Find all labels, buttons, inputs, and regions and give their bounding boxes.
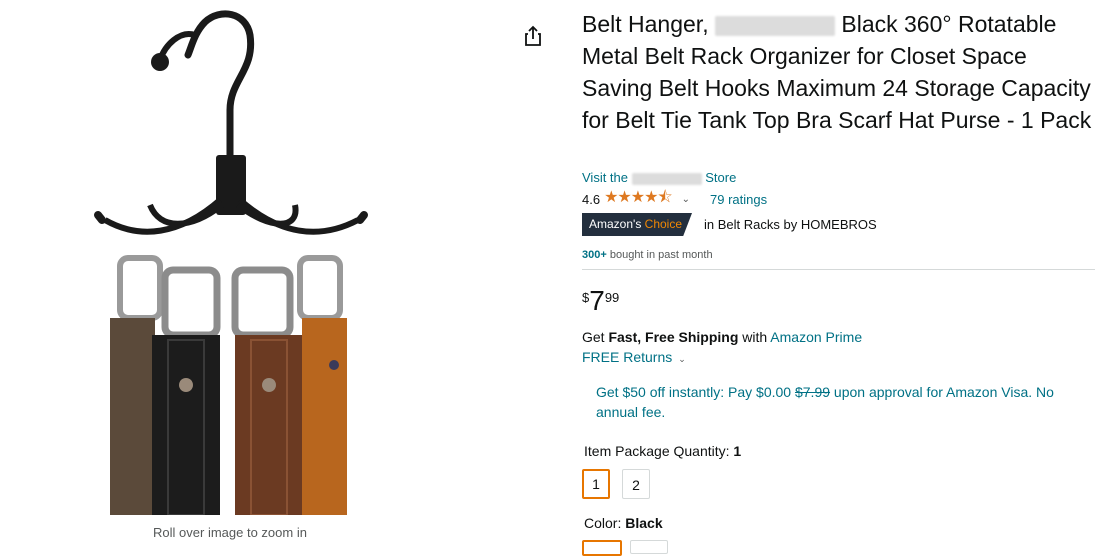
bought-count: 300+ — [582, 249, 607, 261]
color-selected-value: Black — [625, 515, 663, 531]
chevron-down-icon: ⌄ — [678, 354, 686, 364]
store-link[interactable]: Visit the xxxx Store — [582, 170, 736, 185]
rating-row: 4.6 ★★★★⯪ ⌄ 79 ratings — [582, 189, 767, 208]
ratings-count-link[interactable]: 79 ratings — [710, 192, 767, 207]
redacted-store: xxxx — [631, 172, 702, 185]
star-rating-icon[interactable]: ★★★★⯪ — [604, 186, 673, 213]
redacted-brand: xxxxxxx — [714, 15, 835, 36]
share-icon[interactable] — [522, 24, 544, 48]
badge-text-a: Amazon's — [589, 217, 642, 231]
free-returns-link[interactable]: FREE Returns ⌄ — [582, 349, 686, 365]
quantity-selected-value: 1 — [733, 443, 742, 459]
offer-text-a: Get $50 off instantly: Pay $0.00 — [596, 384, 792, 400]
returns-label: FREE Returns — [582, 349, 673, 365]
color-label: Color: Black — [584, 515, 663, 531]
color-swatch-2[interactable] — [630, 540, 668, 554]
bought-text: bought in past month — [609, 249, 713, 261]
rating-value: 4.6 — [582, 191, 601, 207]
visa-offer-link[interactable]: Get $50 off instantly: Pay $0.00 $7.99 u… — [596, 382, 1076, 422]
choice-category[interactable]: in Belt Racks by HOMEBROS — [704, 217, 877, 232]
price: $ 7 99 — [582, 286, 619, 316]
divider — [582, 269, 1095, 270]
shipping-with: with — [742, 329, 768, 345]
chevron-down-icon[interactable]: ⌄ — [682, 194, 690, 205]
zoom-hint: Roll over image to zoom in — [153, 525, 307, 540]
badge-text-b: Choice — [644, 217, 683, 231]
shipping-get: Get — [582, 329, 605, 345]
product-image[interactable] — [80, 0, 390, 515]
quantity-option-2[interactable]: 2 — [622, 469, 650, 499]
price-whole: 7 — [589, 285, 605, 316]
price-fraction: 99 — [604, 290, 620, 305]
quantity-option-1[interactable]: 1 — [582, 469, 610, 499]
product-title: Belt Hanger, xxxxxxx Black 360° Rotatabl… — [582, 8, 1097, 136]
store-suffix: Store — [705, 170, 737, 185]
title-prefix: Belt Hanger, — [582, 11, 709, 37]
choice-row: Amazon's Choice in Belt Racks by HOMEBRO… — [582, 213, 877, 236]
shipping-fast-free: Fast, Free Shipping — [608, 329, 739, 345]
shipping-info: Get Fast, Free Shipping with Amazon Prim… — [582, 329, 862, 345]
bought-in-past-month: 300+ bought in past month — [582, 249, 713, 261]
amazons-choice-badge: Amazon's Choice — [582, 213, 693, 236]
image-panel — [0, 0, 520, 545]
color-swatch-1[interactable] — [582, 540, 622, 556]
store-prefix: Visit the — [582, 170, 629, 185]
color-label-text: Color: — [584, 515, 622, 531]
offer-strike-price: $7.99 — [794, 384, 831, 400]
amazon-prime-link[interactable]: Amazon Prime — [770, 329, 862, 345]
price-symbol: $ — [582, 290, 590, 305]
quantity-label: Item Package Quantity: 1 — [584, 443, 741, 459]
quantity-label-text: Item Package Quantity: — [584, 443, 730, 459]
